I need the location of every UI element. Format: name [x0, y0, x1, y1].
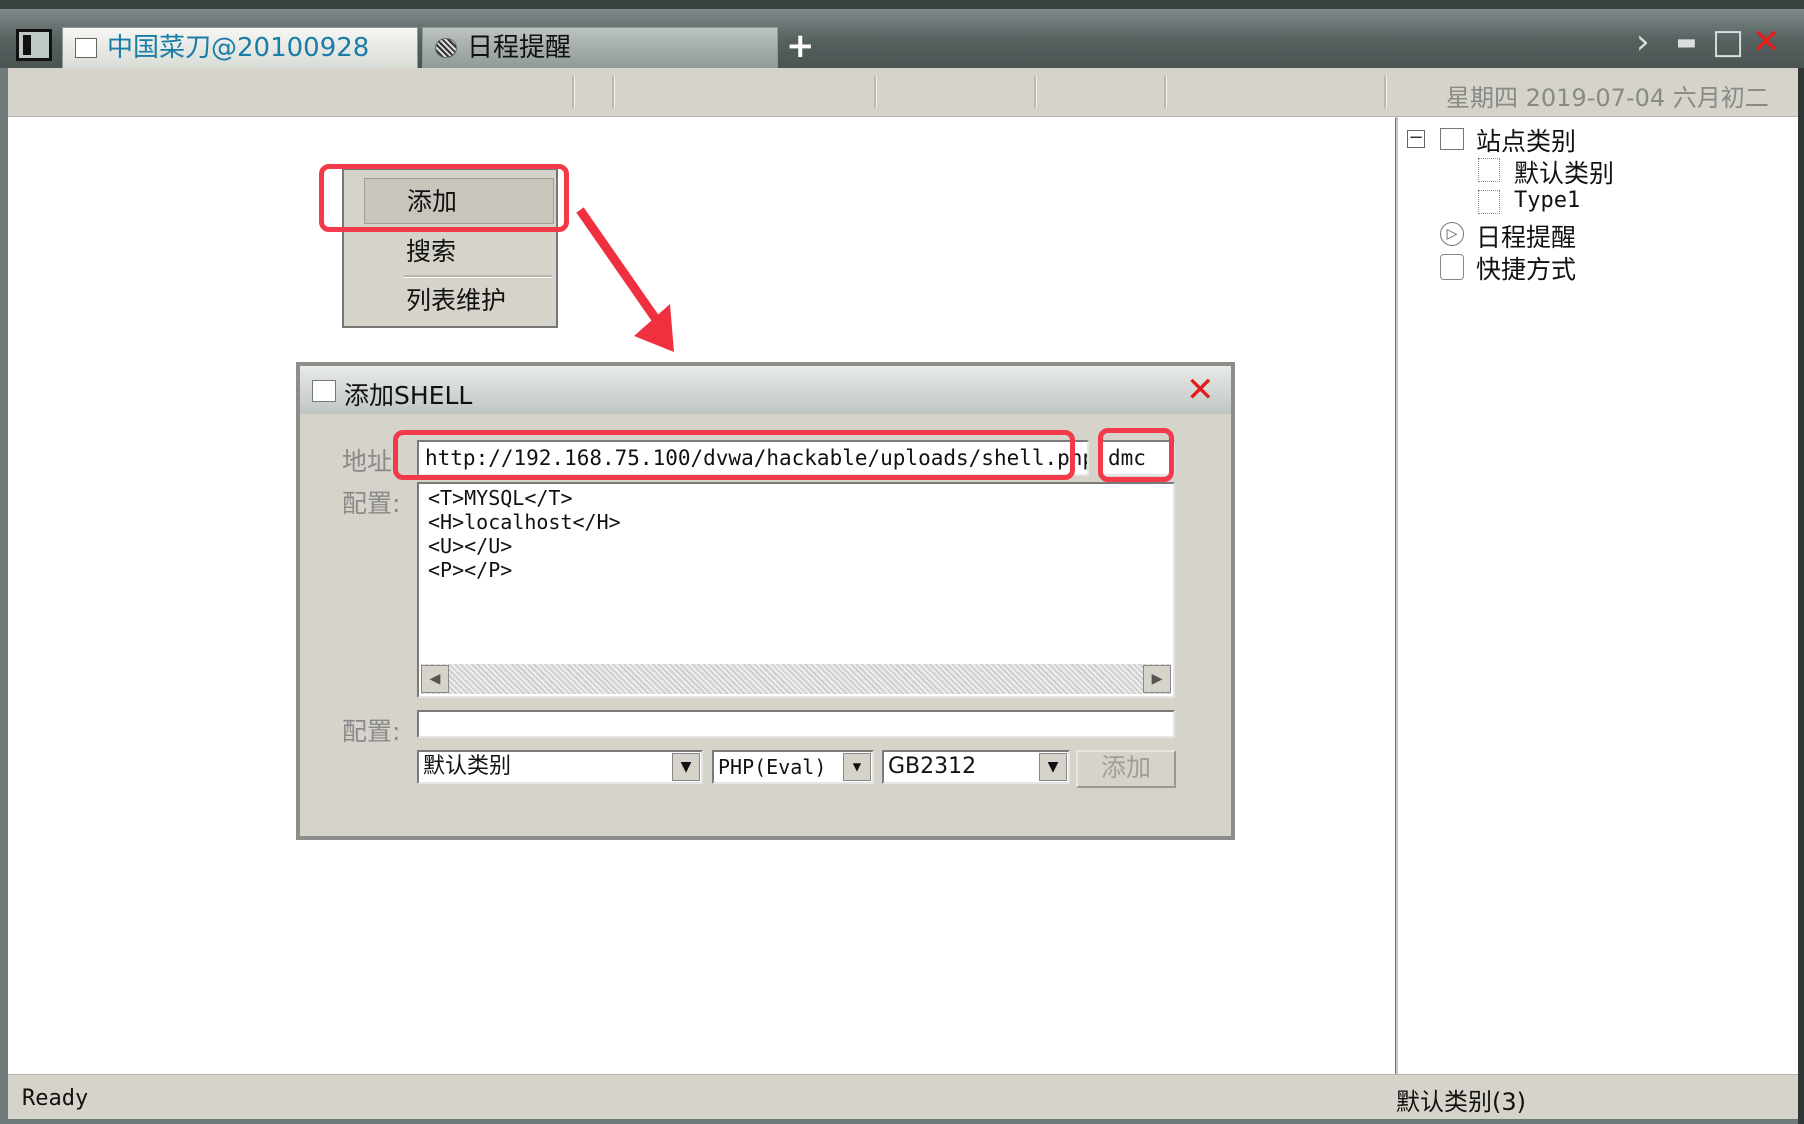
menu-item-search[interactable]: 搜索 — [364, 229, 554, 275]
toolbar-separator — [1164, 76, 1167, 108]
config2-input[interactable] — [417, 710, 1175, 738]
tree-item-default-category[interactable]: 默认类别 — [1514, 154, 1614, 190]
encoding-select-value: GB2312 — [888, 754, 977, 779]
shortcut-icon — [1440, 254, 1464, 280]
scroll-left-icon[interactable]: ◀ — [421, 665, 449, 693]
config-line: <P></P> — [428, 558, 513, 582]
add-button[interactable]: 添加 — [1076, 750, 1176, 788]
app-menu-icon[interactable] — [16, 29, 52, 61]
status-category-count: 默认类别(3) — [1396, 1088, 1526, 1116]
window-icon — [75, 38, 97, 58]
config-label: 配置: — [342, 489, 401, 518]
toolbar-separator — [874, 76, 877, 108]
config2-label: 配置: — [342, 717, 401, 746]
tree-item-shortcuts[interactable]: 快捷方式 — [1476, 250, 1576, 286]
tree-item-type1[interactable]: Type1 — [1514, 188, 1580, 213]
toolbar-separator — [1034, 76, 1037, 108]
chevron-down-icon[interactable]: ▼ — [843, 753, 871, 781]
minimize-icon[interactable]: ▬ — [1676, 30, 1697, 55]
annotation-arrow — [576, 207, 674, 352]
chevron-down-icon[interactable]: ▼ — [672, 753, 700, 781]
script-type-select-value: PHP(Eval) — [718, 755, 827, 779]
calendar-icon — [435, 38, 457, 58]
folder-icon — [1440, 128, 1464, 150]
window-edge — [1798, 68, 1804, 1124]
close-window-icon[interactable]: ✕ — [1752, 22, 1781, 62]
tab-schedule-label: 日程提醒 — [467, 33, 572, 63]
tab-main-label: 中国菜刀@20100928 — [107, 33, 370, 63]
config-line: <H>localhost</H> — [428, 510, 621, 534]
highlight-add-menu — [319, 164, 569, 232]
chevron-down-icon[interactable]: ▼ — [1039, 753, 1067, 781]
toolbar-separator — [612, 76, 615, 108]
tab-schedule[interactable]: 日程提醒 — [422, 27, 778, 68]
category-select-value: 默认类别 — [423, 754, 512, 779]
new-tab-button[interactable]: + — [786, 26, 815, 66]
top-strip — [0, 0, 1804, 9]
dialog-title: 添加SHELL — [344, 381, 473, 410]
close-icon[interactable]: ✕ — [1186, 370, 1215, 410]
maximize-icon[interactable]: □ — [1712, 22, 1744, 62]
tree-root-label[interactable]: 站点类别 — [1476, 122, 1576, 158]
page-icon — [1478, 158, 1500, 182]
window-icon — [312, 380, 336, 402]
chevron-right-icon[interactable]: › — [1636, 22, 1650, 62]
status-bar — [8, 1074, 1798, 1119]
schedule-icon: ▷ — [1440, 222, 1464, 246]
page-icon — [1478, 190, 1500, 214]
arrow-shaft — [576, 207, 664, 328]
tree-item-schedule[interactable]: 日程提醒 — [1476, 218, 1576, 254]
status-text: Ready — [22, 1086, 89, 1111]
toolbar-separator — [1384, 76, 1387, 108]
config-line: <T>MYSQL</T> — [428, 486, 573, 510]
date-display: 星期四 2019-07-04 六月初二 — [1446, 84, 1769, 112]
highlight-address — [393, 430, 1075, 480]
category-select[interactable]: 默认类别 ▼ — [417, 750, 703, 784]
tree-collapse-icon[interactable]: − — [1407, 129, 1425, 148]
toolbar-separator — [572, 76, 575, 108]
highlight-password — [1098, 428, 1174, 482]
script-type-select[interactable]: PHP(Eval) ▼ — [712, 750, 874, 784]
tab-main[interactable]: 中国菜刀@20100928 — [62, 27, 418, 68]
encoding-select[interactable]: GB2312 ▼ — [882, 750, 1070, 784]
scroll-right-icon[interactable]: ▶ — [1143, 665, 1171, 693]
address-label: 地址: — [342, 447, 401, 476]
menu-item-list-maintenance[interactable]: 列表维护 — [364, 278, 554, 324]
config-line: <U></U> — [428, 534, 513, 558]
horizontal-scrollbar[interactable] — [421, 664, 1171, 694]
